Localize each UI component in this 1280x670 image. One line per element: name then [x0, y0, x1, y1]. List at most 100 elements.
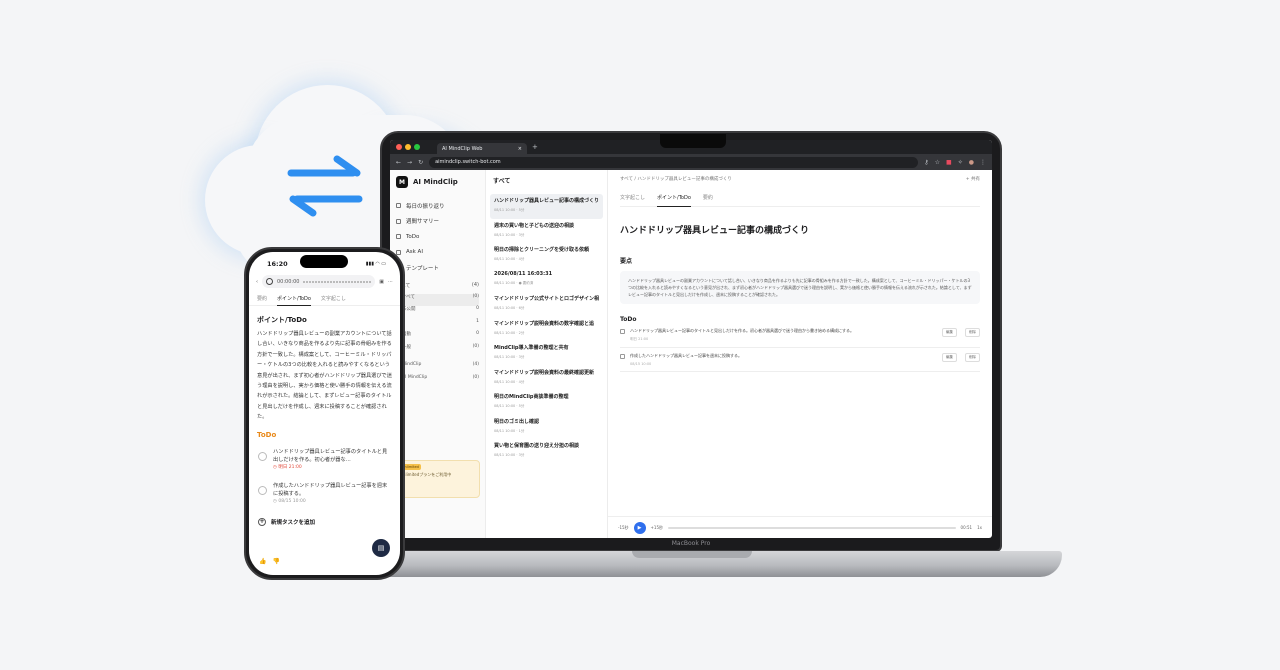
list-item[interactable]: 2026/08/11 16:03:31 08/11 10:00 · ● 要約済	[490, 268, 603, 293]
nav-label: ToDo	[406, 233, 420, 240]
todo-checkbox[interactable]	[258, 485, 267, 495]
forward-icon[interactable]: →	[407, 159, 412, 166]
brand[interactable]: M AI MindClip	[396, 176, 479, 188]
phone-tab-summary[interactable]: 要約	[257, 295, 267, 302]
sync-arrows-icon	[287, 155, 363, 217]
phone-body-text: ハンドドリップ器具レビューの副業アカウントについて話し合い、いきなり商品を作るよ…	[257, 331, 392, 421]
edit-button[interactable]: 編集	[942, 328, 957, 337]
folder-count: (4)	[472, 362, 479, 367]
phone-heading: ポイント/ToDo	[257, 316, 307, 324]
phone-todo-item[interactable]: ハンドドリップ器具レビュー記事のタイトルと見出しだけを作る。初心者が器な… ◷ 明…	[249, 443, 400, 477]
back-icon[interactable]: ←	[396, 159, 401, 166]
menu-dots-icon[interactable]: ⋮	[980, 159, 986, 166]
play-icon[interactable]: ▶	[633, 521, 646, 534]
sparkle-icon	[396, 249, 401, 255]
breadcrumb-text[interactable]: すべて / ハンドドリップ器具レビュー記事の構成づくり	[620, 176, 732, 182]
list-item[interactable]: マインドドリップ説明会資料の数字確認と追 08/11 10:00 · 2分	[490, 317, 603, 342]
list-item-meta: 08/11 10:00 · 4分	[494, 379, 525, 384]
delete-button[interactable]: 削除	[965, 353, 980, 362]
list-item[interactable]: 明日のMindClip商談準備の整理 08/11 10:00 · 5分	[490, 390, 603, 415]
profile-avatar[interactable]: ●	[969, 159, 974, 166]
detail-tabs: 文字起こし ポイント/ToDo 要約	[620, 194, 980, 207]
back-chevron-icon[interactable]: ‹	[256, 279, 258, 285]
list-item-meta: 08/11 10:00 · 3分	[494, 355, 525, 359]
add-task-button[interactable]: + 新規タスクを追加	[249, 511, 400, 533]
list-item[interactable]: マインドドリップ公式サイトとロゴデザイン相談 08/11 10:00 · 6分	[490, 292, 603, 317]
list-item-meta: 08/11 10:00 · ● 要約済	[494, 280, 534, 285]
list-item[interactable]: ハンドドリップ器具レビュー記事の構成づくり 08/11 10:00 · 5分	[490, 194, 603, 219]
folder-section-header[interactable]: すべて (4)	[396, 282, 479, 294]
tab-transcript[interactable]: 文字起こし	[620, 194, 645, 201]
list-item[interactable]: マインドドリップ説明会資料の最終確認更新 08/11 10:00 · 4分	[490, 366, 603, 391]
list-item-title: 明日のMindClip商談準備の整理	[494, 394, 569, 400]
phone-tab-transcript[interactable]: 文字起こし	[321, 295, 346, 302]
reload-icon[interactable]: ↻	[418, 159, 423, 166]
maximize-window-icon[interactable]	[414, 144, 420, 150]
browser-tab[interactable]: AI MindClip Web ×	[437, 143, 527, 154]
todo-checkbox[interactable]	[620, 329, 625, 334]
speed-button[interactable]: 1x	[977, 525, 982, 530]
browser-toolbar: ← → ↻ aimindclip.switch-bot.com ⚷ ☆ ■ ✧ …	[390, 154, 992, 170]
nav-label: テンプレート	[406, 265, 439, 272]
list-item-meta: 08/11 10:00 · 5分	[494, 404, 525, 408]
tab-summary[interactable]: 要約	[703, 194, 713, 201]
tab-close-icon[interactable]: ×	[518, 146, 522, 152]
list-item[interactable]: 買い物と保育園の送り迎え分担の相談 08/11 10:00 · 3分	[490, 439, 603, 464]
todo-item: 作成したハンドドリップ器具レビュー記事を週末に投稿する。 08/15 10:00 …	[620, 348, 980, 372]
folder-row[interactable]: すべて (0)	[396, 293, 479, 306]
feedback-row: 👍 👎	[259, 558, 280, 565]
folder-row[interactable]: 自動 0	[396, 331, 479, 344]
thumbs-up-icon[interactable]: 👍	[259, 558, 266, 565]
tab-title: AI MindClip Web	[442, 145, 483, 152]
bookmark-star-icon[interactable]: ☆	[935, 159, 940, 166]
list-item-title: 週末の買い物と子どもの送迎の相談	[494, 222, 575, 229]
nav-weekly-summary[interactable]: 週間サマリー	[396, 214, 479, 230]
delete-button[interactable]: 削除	[965, 328, 980, 337]
summary-icon	[396, 218, 401, 224]
more-icon[interactable]: ⋯	[388, 279, 393, 285]
folder-row[interactable]: 1	[396, 319, 479, 332]
phone-tab-points-todo[interactable]: ポイント/ToDo	[277, 295, 311, 306]
list-item-meta: 08/11 10:00 · 5分	[494, 208, 525, 212]
key-icon[interactable]: ⚷	[924, 159, 928, 166]
folder-row[interactable]: MindClip (4)	[396, 362, 479, 375]
folder-row[interactable]: 未公開 0	[396, 306, 479, 319]
list-item[interactable]: 明日の掃除とクリーニングを受け取る依頼 08/11 10:00 · 4分	[490, 243, 603, 268]
brand-logo: M	[396, 176, 408, 188]
phone-todo-item[interactable]: 作成したハンドドリップ器具レビュー記事を週末に投稿する。 ◷ 08/15 10:0…	[249, 477, 400, 511]
new-tab-icon[interactable]: +	[532, 143, 538, 151]
edit-button[interactable]: 編集	[942, 353, 957, 362]
list-item[interactable]: 明日のゴミ出し確認 08/11 10:00 · 1分	[490, 415, 603, 440]
thumbs-down-icon[interactable]: 👎	[272, 558, 279, 565]
forward-button[interactable]: +15秒	[651, 525, 663, 531]
todo-checkbox[interactable]	[620, 354, 625, 359]
address-bar[interactable]: aimindclip.switch-bot.com	[429, 156, 919, 168]
list-item[interactable]: 週末の買い物と子どもの送迎の相談 08/11 10:00 · 3分	[490, 219, 603, 244]
list-item[interactable]: MindClip導入準備の整理と共有 08/11 10:00 · 3分	[490, 341, 603, 366]
tab-points-todo[interactable]: ポイント/ToDo	[657, 194, 691, 207]
folder-row[interactable]: 一般 (0)	[396, 344, 479, 357]
nav-ask-ai[interactable]: Ask AI	[396, 245, 479, 261]
close-window-icon[interactable]	[396, 144, 402, 150]
nav-daily-review[interactable]: 毎日の振り返り	[396, 198, 479, 214]
plan-promo-card[interactable]: Unlimited Unlimitedプランをご利用中	[396, 460, 480, 498]
calendar-icon[interactable]: ▣	[379, 279, 384, 285]
share-button[interactable]: + 共有	[966, 176, 980, 182]
play-icon[interactable]	[266, 278, 273, 285]
playback-time: 00:51	[960, 525, 973, 530]
minimize-window-icon[interactable]	[405, 144, 411, 150]
nav-template[interactable]: テンプレート	[396, 260, 479, 276]
nav-todo[interactable]: ToDo	[396, 229, 479, 245]
list-item-title: 買い物と保育園の送り迎え分担の相談	[494, 443, 580, 449]
puzzle-icon[interactable]: ✧	[958, 159, 963, 166]
phone-audio-player[interactable]: 00:00:00	[262, 275, 376, 288]
todo-heading: ToDo	[620, 316, 637, 323]
rewind-button[interactable]: -15秒	[618, 525, 629, 531]
todo-text: ハンドドリップ器具レビュー記事のタイトルと見出しだけを作る。初心者が器な…	[273, 448, 388, 463]
list-item-title: マインドドリップ説明会資料の数字確認と追	[494, 320, 595, 327]
section-count: (4)	[471, 281, 479, 288]
todo-checkbox[interactable]	[258, 451, 267, 461]
folder-row[interactable]: AI MindClip (0)	[396, 375, 479, 388]
extension-icon[interactable]: ■	[946, 159, 952, 166]
playback-track[interactable]	[668, 526, 956, 529]
